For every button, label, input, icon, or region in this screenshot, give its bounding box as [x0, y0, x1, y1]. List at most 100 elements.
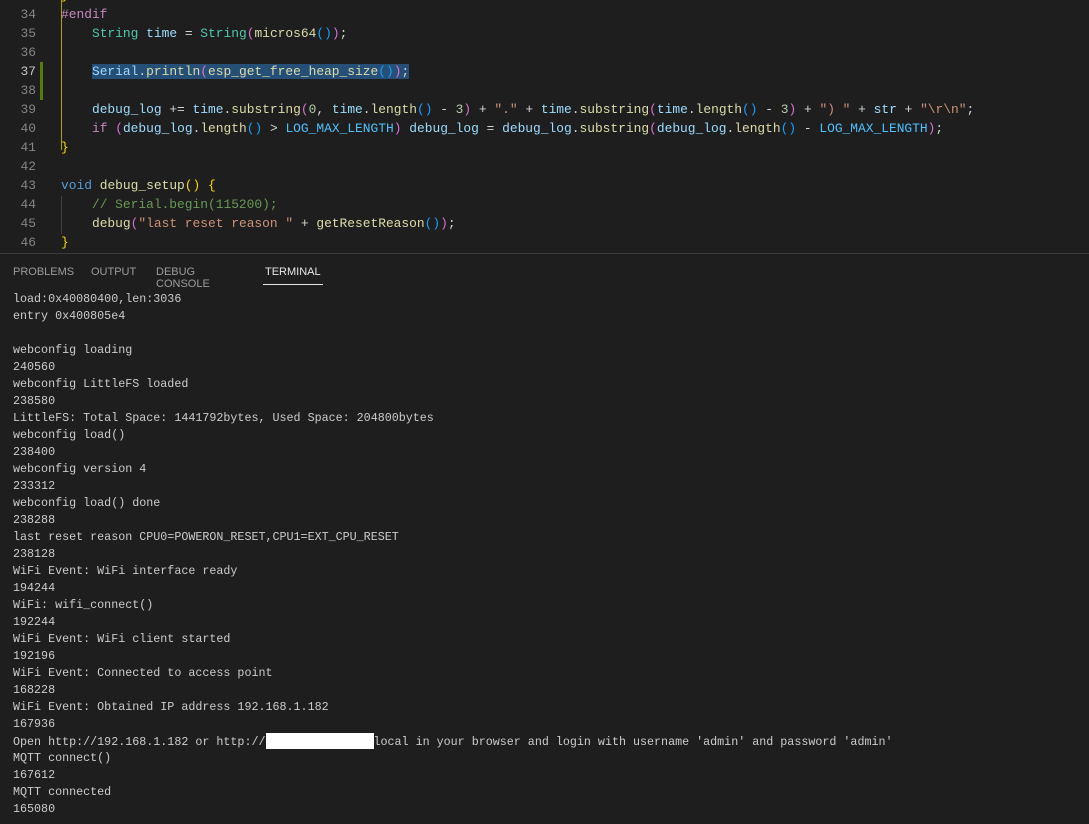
- code-token: =: [478, 121, 503, 136]
- line-number: 38: [20, 83, 36, 98]
- code-token: debug_log: [91, 102, 162, 117]
- terminal-output[interactable]: load:0x40080400,len:3036 entry 0x400805e4…: [13, 291, 893, 818]
- code-line[interactable]: 37 Serial.println(esp_get_free_heap_size…: [0, 62, 1089, 81]
- code-token: LOG_MAX_LENGTH: [819, 121, 928, 136]
- terminal-line: 167936: [13, 717, 56, 731]
- terminal-line: 238400: [13, 445, 56, 459]
- terminal-line: load:0x40080400,len:3036: [13, 292, 182, 306]
- code-line[interactable]: 44 // Serial.begin(115200);: [0, 195, 1089, 214]
- code-token: +: [517, 102, 541, 117]
- line-number: 34: [20, 7, 36, 22]
- code-token: >: [262, 121, 286, 136]
- terminal-line: 238288: [13, 513, 56, 527]
- selected-code-token: Serial: [91, 64, 139, 79]
- code-token: (): [184, 178, 201, 193]
- code-editor[interactable]: 33}34#endif35 String time = String(micro…: [0, 0, 1089, 253]
- terminal-line: LittleFS: Total Space: 1441792bytes, Use…: [13, 411, 434, 425]
- code-token: ;: [966, 102, 975, 117]
- code-token: getResetReason: [316, 216, 425, 231]
- code-token: (: [649, 121, 657, 136]
- code-token: +: [796, 102, 820, 117]
- code-token: +: [293, 216, 317, 231]
- code-line[interactable]: 45 debug("last reset reason " + getReset…: [0, 214, 1089, 233]
- code-token: length: [200, 121, 247, 136]
- code-line[interactable]: 41}: [0, 138, 1089, 157]
- code-text: debug_log += time.substring(0, time.leng…: [61, 100, 974, 119]
- code-token: substring: [579, 102, 650, 117]
- code-token: ): [393, 121, 402, 136]
- code-line[interactable]: 40 if (debug_log.length() > LOG_MAX_LENG…: [0, 119, 1089, 138]
- code-token: substring: [231, 102, 301, 117]
- line-number: 42: [20, 159, 36, 174]
- terminal-line: 192244: [13, 615, 56, 629]
- code-line[interactable]: 43 void debug_setup() {: [0, 176, 1089, 195]
- line-number: 36: [20, 45, 36, 60]
- terminal-line: 194244: [13, 581, 56, 595]
- code-token: }: [61, 0, 69, 3]
- terminal-line: MQTT connect(): [13, 751, 112, 765]
- terminal-line: entry 0x400805e4: [13, 309, 126, 323]
- code-token: +: [850, 102, 874, 117]
- selected-code-token: .: [138, 64, 147, 79]
- code-text: String time = String(micros64());: [61, 24, 347, 43]
- code-token: (: [300, 102, 309, 117]
- code-token: String: [200, 26, 247, 41]
- code-token: .: [571, 102, 580, 117]
- code-text: void debug_setup() {: [61, 176, 216, 195]
- code-token: // Serial.begin(115200);: [91, 197, 278, 212]
- code-token: substring: [579, 121, 650, 136]
- terminal-line: webconfig version 4: [13, 462, 147, 476]
- code-token: -: [757, 102, 781, 117]
- code-line[interactable]: 36: [0, 43, 1089, 62]
- code-line[interactable]: 42: [0, 157, 1089, 176]
- code-line[interactable]: 38: [0, 81, 1089, 100]
- code-token: debug_log: [409, 121, 479, 136]
- terminal-line: MQTT connected: [13, 785, 112, 799]
- code-token: "last reset reason ": [138, 216, 294, 231]
- redacted-hostname: [265, 733, 374, 749]
- line-number: 45: [20, 216, 36, 231]
- line-number: 43: [20, 178, 36, 193]
- code-token: -: [432, 102, 456, 117]
- code-token: time: [540, 102, 572, 117]
- code-token: ;: [447, 216, 456, 231]
- code-token: (): [780, 121, 797, 136]
- code-text: Serial.println(esp_get_free_heap_size())…: [61, 62, 410, 81]
- selected-code-token: (): [378, 64, 394, 79]
- code-token: {: [208, 178, 216, 193]
- code-token: time: [192, 102, 224, 117]
- code-token: time: [146, 26, 178, 41]
- code-token: (: [649, 102, 657, 117]
- code-token: +: [896, 102, 921, 117]
- tab-output[interactable]: OUTPUT: [91, 266, 136, 278]
- code-token: (): [316, 26, 332, 41]
- code-token: ,: [316, 102, 332, 117]
- code-token: str: [873, 102, 897, 117]
- terminal-line: 192196: [13, 649, 56, 663]
- line-number: 37: [20, 64, 36, 79]
- line-number: 40: [20, 121, 36, 136]
- terminal-line: WiFi Event: Connected to access point: [13, 666, 273, 680]
- terminal-line: 165080: [13, 802, 56, 816]
- code-token: ;: [339, 26, 348, 41]
- code-token: debug_log: [656, 121, 727, 136]
- tab-debug-console[interactable]: DEBUG CONSOLE: [156, 266, 210, 290]
- code-line[interactable]: 35 String time = String(micros64());: [0, 24, 1089, 43]
- terminal-line: 233312: [13, 479, 56, 493]
- code-line[interactable]: 46}: [0, 233, 1089, 252]
- code-token: (): [424, 216, 441, 231]
- code-token: void: [61, 178, 92, 193]
- code-text: #endif: [61, 5, 107, 24]
- code-line[interactable]: 34 #endif: [0, 5, 1089, 24]
- code-token: (): [416, 102, 433, 117]
- tab-problems[interactable]: PROBLEMS: [13, 266, 74, 278]
- code-token: +: [471, 102, 495, 117]
- tab-terminal[interactable]: TERMINAL: [263, 266, 323, 285]
- code-line[interactable]: 39 debug_log += time.substring(0, time.l…: [0, 100, 1089, 119]
- code-token: (): [246, 121, 263, 136]
- selected-code-token: println: [146, 64, 201, 79]
- code-token: (): [742, 102, 758, 117]
- terminal-text: local in your browser and login with use…: [373, 735, 893, 749]
